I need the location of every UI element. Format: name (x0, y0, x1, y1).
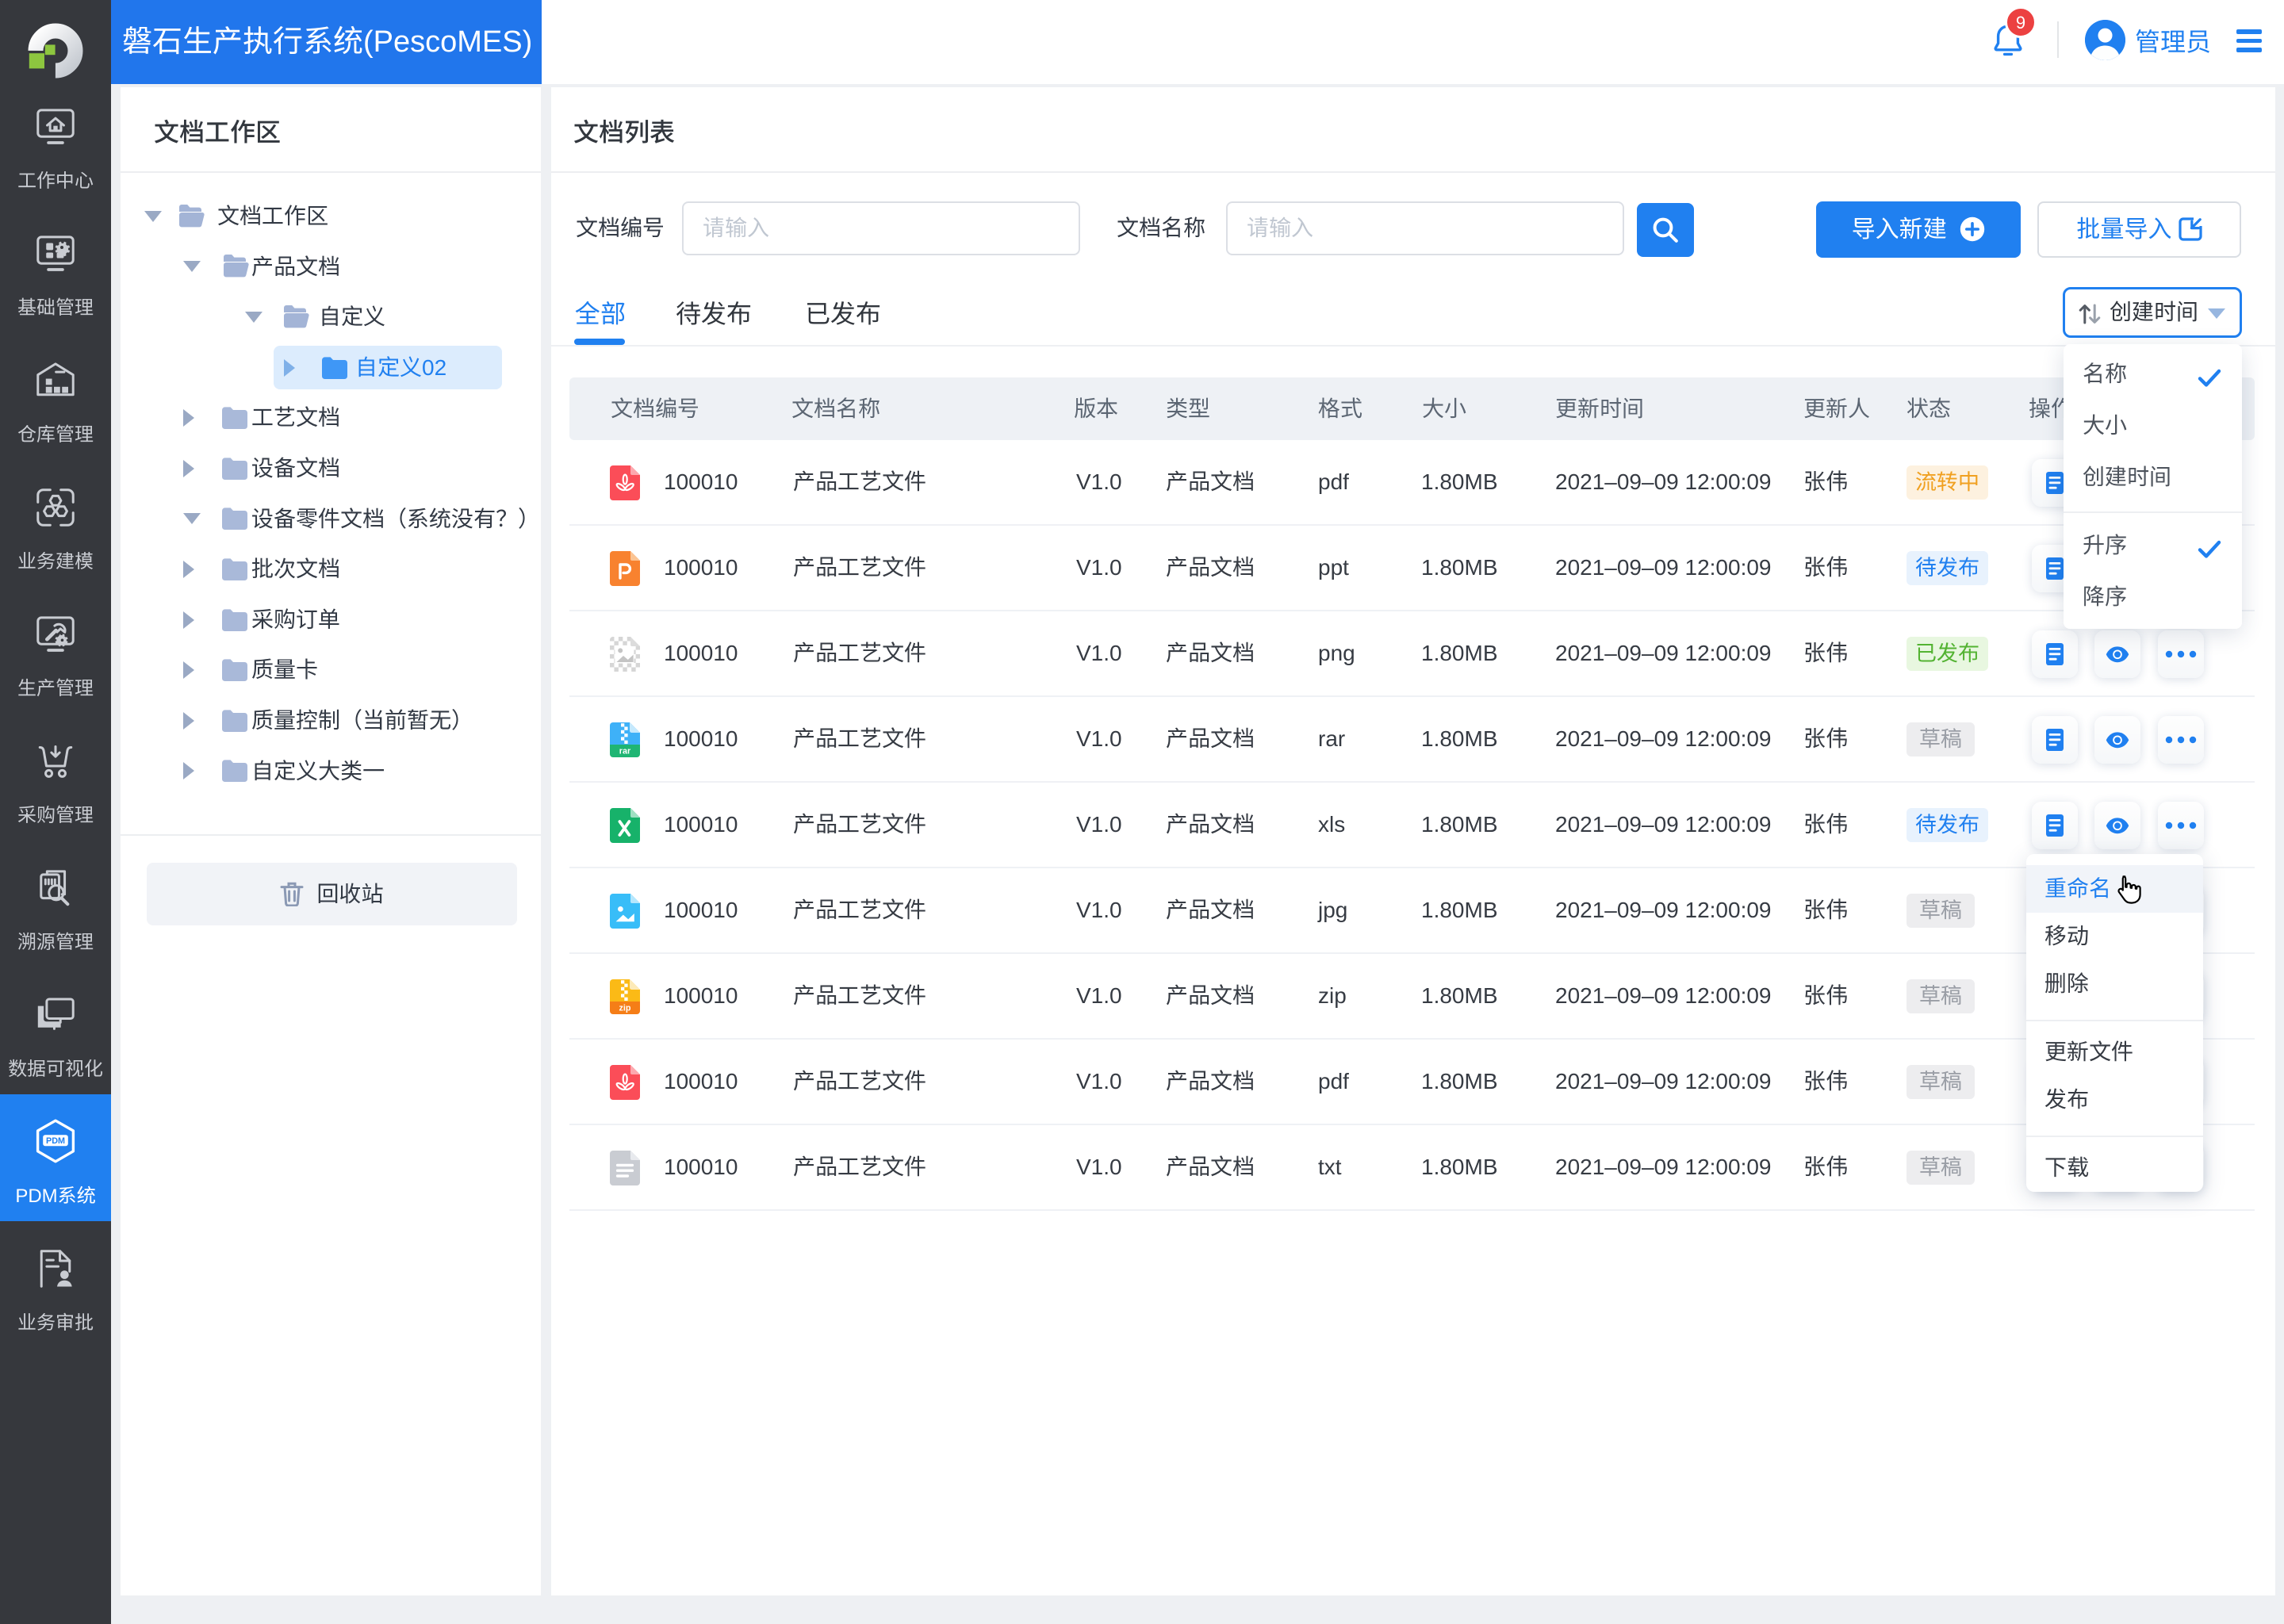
svg-text:rar: rar (619, 746, 631, 756)
svg-text:zip: zip (619, 1003, 631, 1013)
svg-text:PDM: PDM (46, 1136, 65, 1146)
